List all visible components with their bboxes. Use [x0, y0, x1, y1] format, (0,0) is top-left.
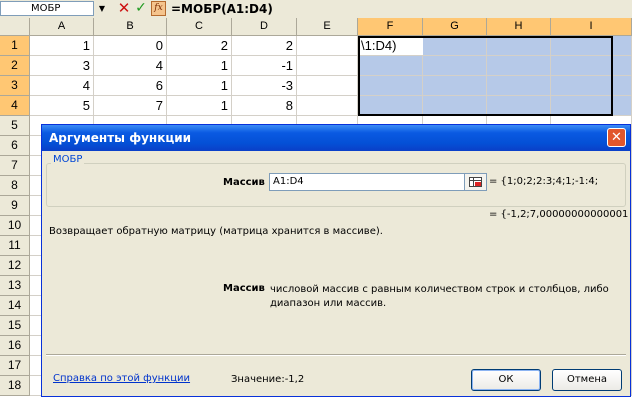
formula-result: Значение:-1,2: [231, 374, 305, 385]
cell-b3[interactable]: 6: [94, 76, 167, 96]
row-header-5[interactable]: 5: [0, 116, 30, 136]
cell-g1[interactable]: [423, 36, 487, 56]
cell-c1[interactable]: 2: [167, 36, 232, 56]
cell-c4[interactable]: 1: [167, 96, 232, 116]
function-name-legend: МОБР: [51, 154, 85, 165]
cell-f4[interactable]: [358, 96, 423, 116]
cell-d2[interactable]: -1: [232, 56, 297, 76]
enter-check-icon[interactable]: ✓: [134, 0, 148, 17]
column-header-i[interactable]: I: [551, 18, 632, 36]
cell-d1[interactable]: 2: [232, 36, 297, 56]
column-header-b[interactable]: B: [94, 18, 167, 36]
cell-h2[interactable]: [487, 56, 551, 76]
row-header-3[interactable]: 3: [0, 76, 30, 96]
row-header-9[interactable]: 9: [0, 196, 30, 216]
cell-h4[interactable]: [487, 96, 551, 116]
close-button[interactable]: ✕: [607, 128, 626, 147]
cell-a2[interactable]: 3: [30, 56, 94, 76]
param-description: числовой массив с равным количеством стр…: [270, 284, 609, 309]
row-header-14[interactable]: 14: [0, 296, 30, 316]
cell-f3[interactable]: [358, 76, 423, 96]
cell-a3[interactable]: 4: [30, 76, 94, 96]
cell-e1[interactable]: [297, 36, 358, 56]
row-header-12[interactable]: 12: [0, 256, 30, 276]
row-header-8[interactable]: 8: [0, 176, 30, 196]
name-box-dropdown-icon[interactable]: ▼: [96, 2, 108, 16]
cell-g3[interactable]: [423, 76, 487, 96]
column-header-e[interactable]: E: [297, 18, 358, 36]
column-header-g[interactable]: G: [423, 18, 487, 36]
function-description: Возвращает обратную матрицу (матрица хра…: [49, 226, 383, 237]
cell-b2[interactable]: 4: [94, 56, 167, 76]
cell-a1[interactable]: 1: [30, 36, 94, 56]
dialog-separator: [46, 354, 626, 356]
cell-d3[interactable]: -3: [232, 76, 297, 96]
cell-e4[interactable]: [297, 96, 358, 116]
column-header-h[interactable]: H: [487, 18, 551, 36]
row-header-16[interactable]: 16: [0, 336, 30, 356]
dialog-title: Аргументы функции: [49, 131, 192, 145]
row-header-15[interactable]: 15: [0, 316, 30, 336]
cancel-button[interactable]: Отмена: [552, 369, 622, 391]
param-name: Массив: [223, 283, 265, 294]
name-box[interactable]: МОБР: [0, 1, 94, 16]
row-header-10[interactable]: 10: [0, 216, 30, 236]
function-arguments-dialog: Аргументы функции ✕ МОБР Массив A1:D4 = …: [41, 124, 631, 397]
row-header-11[interactable]: 11: [0, 236, 30, 256]
row-header-4[interactable]: 4: [0, 96, 30, 116]
dialog-titlebar[interactable]: Аргументы функции ✕: [42, 125, 630, 151]
array-arg-value-preview: = {1;0;2;2:3;4;1;-1:4;: [489, 176, 599, 187]
formula-bar: МОБР ▼ ✕ ✓ fx =МОБР(A1:D4): [0, 0, 632, 19]
row-header-6[interactable]: 6: [0, 136, 30, 156]
formula-input[interactable]: =МОБР(A1:D4): [171, 0, 273, 18]
cell-i2[interactable]: [551, 56, 632, 76]
row-header-7[interactable]: 7: [0, 156, 30, 176]
cell-h3[interactable]: [487, 76, 551, 96]
range-select-icon: [469, 177, 482, 187]
cell-edit-f1[interactable]: \1:D4): [360, 38, 423, 55]
cell-e3[interactable]: [297, 76, 358, 96]
cell-a4[interactable]: 5: [30, 96, 94, 116]
row-header-18[interactable]: 18: [0, 376, 30, 396]
collapse-dialog-button[interactable]: [464, 173, 487, 191]
cell-g2[interactable]: [423, 56, 487, 76]
cell-i4[interactable]: [551, 96, 632, 116]
cell-c3[interactable]: 1: [167, 76, 232, 96]
row-header-1[interactable]: 1: [0, 36, 30, 56]
cell-b1[interactable]: 0: [94, 36, 167, 56]
cell-i3[interactable]: [551, 76, 632, 96]
cell-e2[interactable]: [297, 56, 358, 76]
column-header-c[interactable]: C: [167, 18, 232, 36]
array-arg-label: Массив: [223, 177, 265, 188]
help-link[interactable]: Справка по этой функции: [53, 373, 190, 384]
cell-c2[interactable]: 1: [167, 56, 232, 76]
cell-b4[interactable]: 7: [94, 96, 167, 116]
insert-function-button[interactable]: fx: [151, 1, 166, 16]
row-header-2[interactable]: 2: [0, 56, 30, 76]
cancel-entry-icon[interactable]: ✕: [117, 0, 131, 17]
row-header-13[interactable]: 13: [0, 276, 30, 296]
result-preview: = {-1,2;7,00000000000001: [489, 209, 629, 220]
column-header-d[interactable]: D: [232, 18, 297, 36]
cell-i1[interactable]: [551, 36, 632, 56]
select-all-corner[interactable]: [0, 18, 30, 36]
column-header-a[interactable]: A: [30, 18, 94, 36]
column-header-f[interactable]: F: [358, 18, 423, 36]
row-header-17[interactable]: 17: [0, 356, 30, 376]
cell-f2[interactable]: [358, 56, 423, 76]
cell-g4[interactable]: [423, 96, 487, 116]
ok-button[interactable]: ОК: [471, 369, 541, 391]
cell-d4[interactable]: 8: [232, 96, 297, 116]
array-arg-input[interactable]: A1:D4: [269, 173, 487, 191]
cell-h1[interactable]: [487, 36, 551, 56]
